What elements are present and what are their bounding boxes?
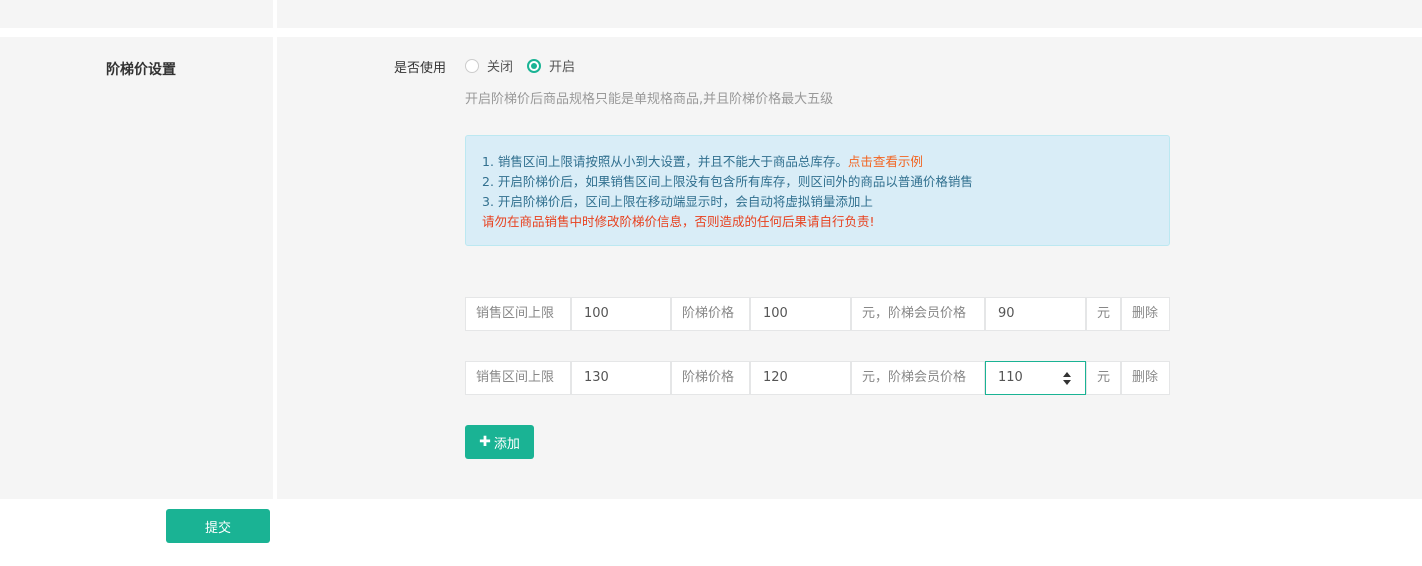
delete-button[interactable]: 删除: [1121, 361, 1170, 395]
info-warning: 请勿在商品销售中时修改阶梯价信息，否则造成的任何后果请自行负责!: [482, 214, 875, 229]
radio-on-label: 开启: [549, 60, 576, 75]
range-label: 销售区间上限: [465, 361, 571, 395]
tier-row: 销售区间上限 100 阶梯价格 100 元，阶梯会员价格 90 元 删除: [465, 297, 1170, 331]
submit-button[interactable]: 提交: [166, 509, 270, 543]
delete-button[interactable]: 删除: [1121, 297, 1170, 331]
tier-row: 销售区间上限 130 阶梯价格 120 元，阶梯会员价格 110 元 删除: [465, 361, 1170, 395]
view-example-link[interactable]: 点击查看示例: [848, 154, 923, 169]
info-line-3: 3. 开启阶梯价后，区间上限在移动端显示时，会自动将虚拟销量添加上: [482, 194, 873, 209]
radio-off-label: 关闭: [487, 60, 514, 75]
add-tier-label: 添加: [493, 436, 520, 452]
range-input[interactable]: 100: [571, 297, 671, 331]
add-tier-button[interactable]: ✚ 添加: [465, 425, 534, 459]
unit-label: 元: [1086, 361, 1121, 395]
member-price-label: 元，阶梯会员价格: [851, 361, 985, 395]
section-title: 阶梯价设置: [106, 62, 176, 78]
section-label-column: [0, 37, 277, 499]
price-input[interactable]: 100: [750, 297, 851, 331]
info-alert: 1. 销售区间上限请按照从小到大设置，并且不能大于商品总库存。点击查看示例 2.…: [465, 135, 1170, 246]
range-input[interactable]: 130: [571, 361, 671, 395]
top-strip-left-column: [0, 0, 277, 28]
radio-off[interactable]: 关闭: [465, 56, 513, 75]
radio-on[interactable]: 开启: [527, 56, 575, 75]
info-line-1: 1. 销售区间上限请按照从小到大设置，并且不能大于商品总库存。点击查看示例: [482, 152, 1153, 172]
info-line-2: 2. 开启阶梯价后，如果销售区间上限没有包含所有库存，则区间外的商品以普通价格销…: [482, 174, 973, 189]
enable-label: 是否使用: [394, 61, 447, 76]
enable-radio-group: 关闭 开启: [465, 56, 589, 75]
top-strip: [0, 0, 1422, 28]
number-spinner-icon[interactable]: [1063, 372, 1071, 386]
help-text: 开启阶梯价后商品规格只能是单规格商品,并且阶梯价格最大五级: [465, 92, 834, 107]
unit-label: 元: [1086, 297, 1121, 331]
price-label: 阶梯价格: [671, 297, 750, 331]
price-input[interactable]: 120: [750, 361, 851, 395]
tiered-price-section: 阶梯价设置 是否使用 关闭 开启 开启阶梯价后商品规格只能是单规格商品,并且阶梯…: [0, 37, 1422, 499]
member-price-value: 110: [998, 370, 1023, 385]
member-price-input[interactable]: 90: [985, 297, 1086, 331]
member-price-input[interactable]: 110: [985, 361, 1086, 395]
radio-on-circle[interactable]: [527, 58, 542, 73]
radio-off-circle[interactable]: [465, 58, 479, 73]
range-label: 销售区间上限: [465, 297, 571, 331]
plus-icon: ✚: [479, 434, 491, 450]
info-line-1-text: 1. 销售区间上限请按照从小到大设置，并且不能大于商品总库存。: [482, 154, 848, 169]
member-price-label: 元，阶梯会员价格: [851, 297, 985, 331]
price-label: 阶梯价格: [671, 361, 750, 395]
